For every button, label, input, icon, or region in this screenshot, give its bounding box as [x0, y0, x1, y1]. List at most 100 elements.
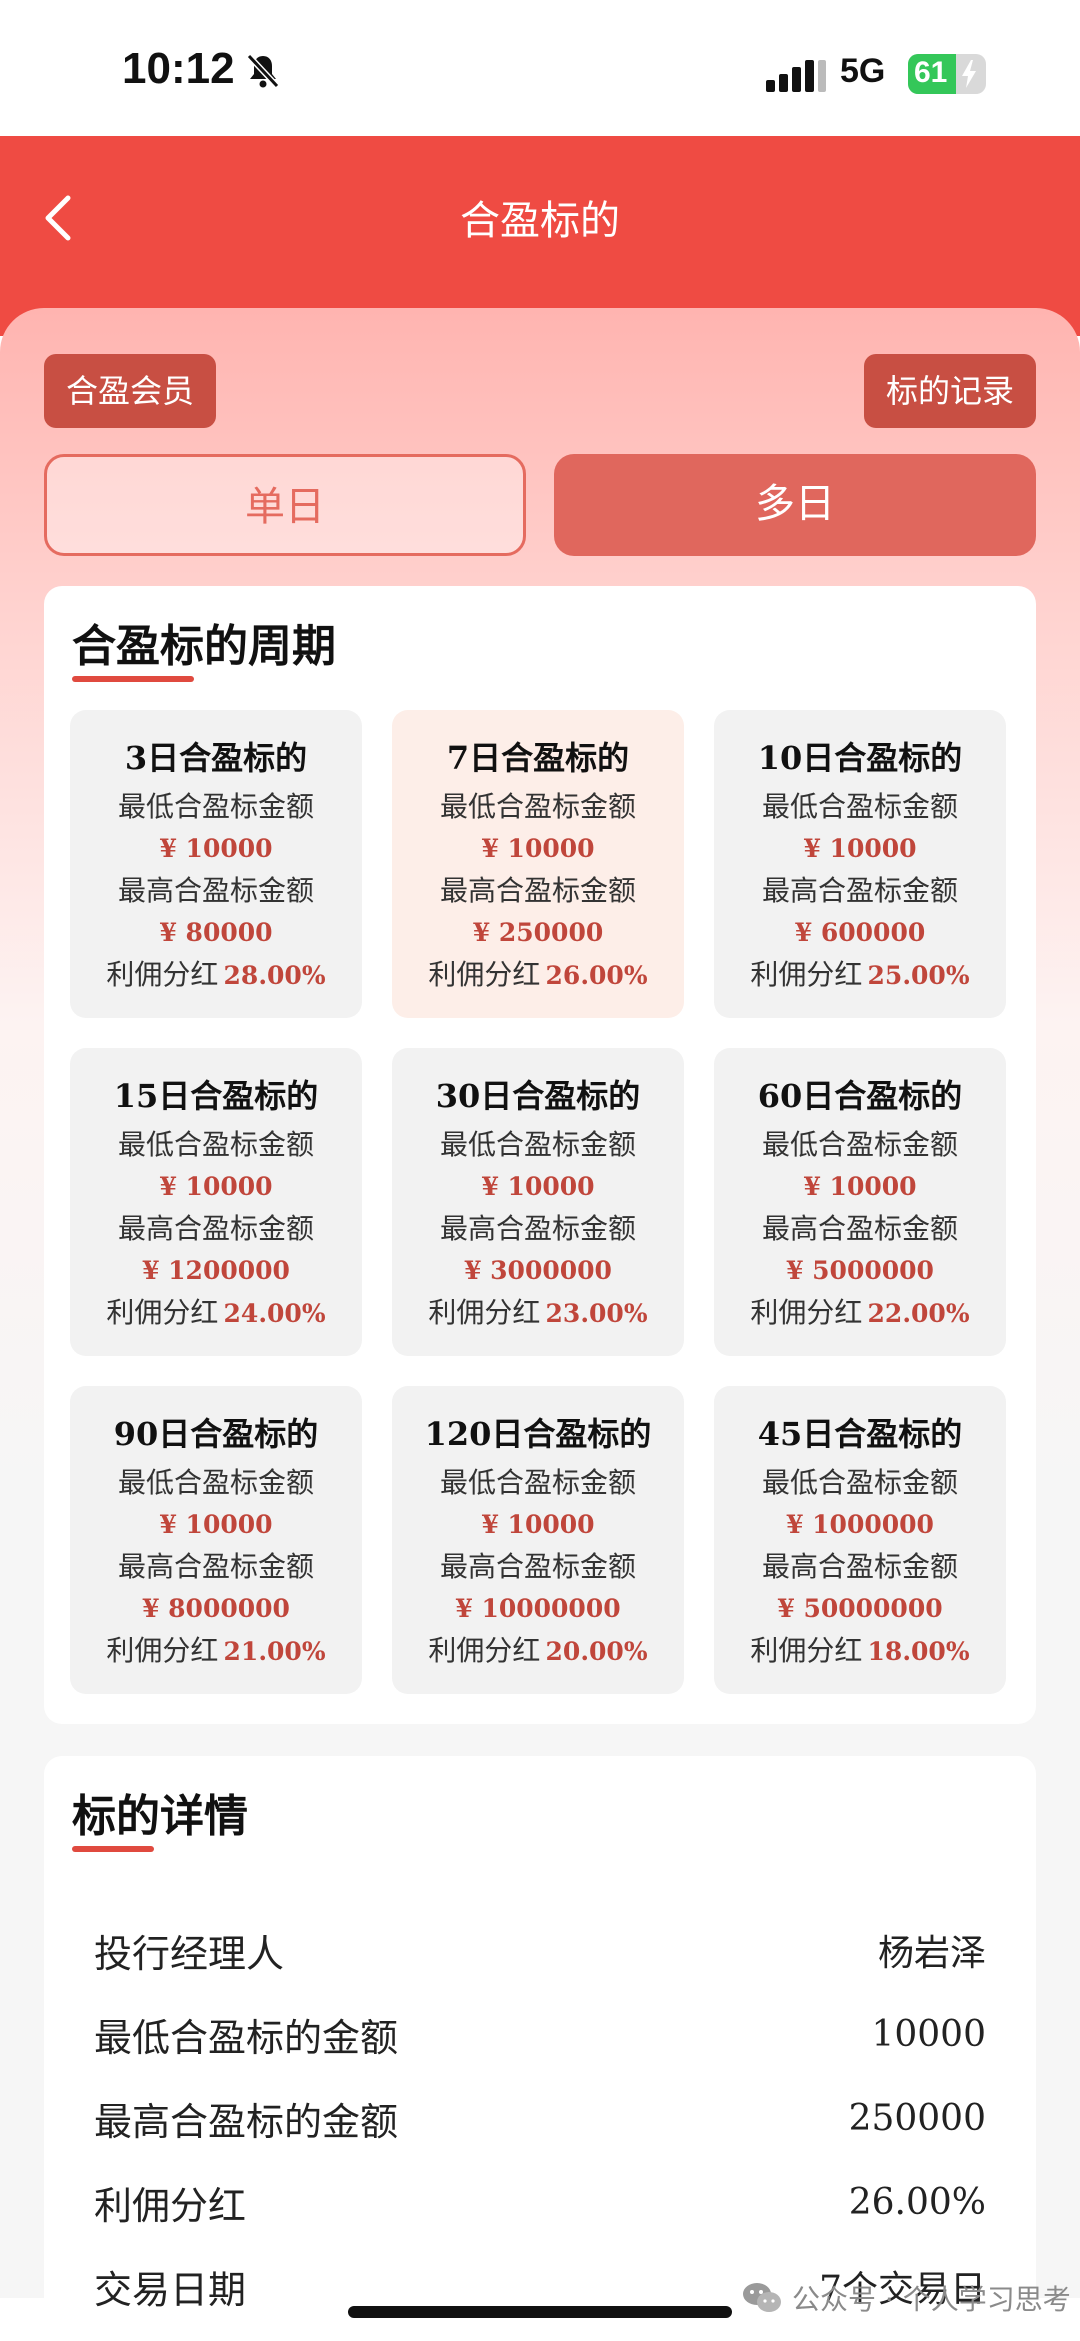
plan-rate-row: 利佣分红 21.00% — [70, 1630, 362, 1672]
plan-card[interactable]: 30日合盈标的 最低合盈标金额 ¥ 10000 最高合盈标金额 ¥ 3000000 利佣分… — [392, 1048, 684, 1356]
charging-bolt-icon — [962, 60, 976, 88]
plan-max-value: ¥ 50000000 — [777, 1594, 943, 1623]
plan-max-label: 最高合盈标金额 — [439, 1550, 636, 1583]
plan-rate-value: 23.00% — [545, 1299, 648, 1328]
wechat-icon — [743, 2283, 781, 2312]
signal-icon — [766, 60, 826, 92]
plan-min-label: 最低合盈标金额 — [117, 790, 314, 823]
detail-row: 投行经理人 杨岩泽 — [94, 1908, 986, 1992]
plan-rate-label: 利佣分红 — [428, 958, 541, 991]
plan-name: 10日合盈标的 — [757, 739, 963, 777]
plan-name: 30日合盈标的 — [435, 1077, 641, 1115]
detail-value: 10000 — [871, 2013, 986, 2055]
plan-max-value: ¥ 10000000 — [455, 1594, 621, 1623]
plan-rate-row: 利佣分红 28.00% — [70, 954, 362, 996]
battery-percent: 61 — [914, 56, 948, 89]
detail-card: 标的详情 投行经理人 杨岩泽最低合盈标的金额 10000 最高合盈标的金额 250000… — [44, 1756, 1036, 2316]
records-button[interactable]: 标的记录 — [863, 354, 1036, 428]
plan-min-label: 最低合盈标金额 — [117, 1466, 314, 1499]
section-title-detail: 标的详情 — [72, 1791, 248, 1842]
plan-max-label: 最高合盈标金额 — [761, 1212, 958, 1245]
section-underline — [72, 1846, 154, 1852]
plan-max-label: 最高合盈标金额 — [117, 1212, 314, 1245]
plan-rate-label: 利佣分红 — [750, 1296, 863, 1329]
plan-rate-row: 利佣分红 20.00% — [392, 1630, 684, 1672]
watermark-text: 公众号 · 个人学习思考 — [792, 2283, 1071, 2316]
detail-label: 投行经理人 — [94, 1931, 285, 1976]
app-header: 合盈标的 — [0, 136, 1080, 336]
plan-rate-value: 26.00% — [545, 961, 648, 990]
plan-max-label: 最高合盈标金额 — [439, 874, 636, 907]
detail-row: 利佣分红 26.00% — [94, 2160, 986, 2244]
plan-min-value: ¥ 10000 — [159, 834, 273, 863]
plan-card[interactable]: 10日合盈标的 最低合盈标金额 ¥ 10000 最高合盈标金额 ¥ 600000 利佣分红… — [714, 710, 1006, 1018]
plan-max-value: ¥ 1200000 — [142, 1256, 290, 1285]
plan-max-label: 最高合盈标金额 — [761, 1550, 958, 1583]
plan-card[interactable]: 3日合盈标的最低合盈标金额 ¥ 10000 最高合盈标金额 ¥ 80000 利佣分红 2… — [70, 710, 362, 1018]
plan-min-value: ¥ 10000 — [159, 1510, 273, 1539]
plan-card[interactable]: 60日合盈标的 最低合盈标金额 ¥ 10000 最高合盈标金额 ¥ 5000000 利佣分… — [714, 1048, 1006, 1356]
watermark: 公众号 · 个人学习思考 — [742, 2278, 1071, 2318]
plan-card[interactable]: 90日合盈标的 最低合盈标金额 ¥ 10000 最高合盈标金额 ¥ 8000000 利佣分… — [70, 1386, 362, 1694]
plan-card[interactable]: 45日合盈标的最低合盈标金额 ¥ 1000000 最高合盈标金额 ¥ 50000000… — [714, 1386, 1006, 1694]
plan-rate-label: 利佣分红 — [106, 958, 219, 991]
plan-rate-value: 21.00% — [223, 1637, 326, 1666]
detail-label: 利佣分红 — [94, 2183, 247, 2228]
detail-row: 最高合盈标的金额 250000 — [94, 2076, 986, 2160]
detail-label: 最高合盈标的金额 — [94, 2099, 399, 2144]
plan-rate-label: 利佣分红 — [750, 958, 863, 991]
plan-name: 3日合盈标的 — [124, 739, 308, 777]
plan-min-label: 最低合盈标金额 — [117, 1128, 314, 1161]
plan-rate-row: 利佣分红 22.00% — [714, 1292, 1006, 1334]
detail-value: 杨岩泽 — [877, 1933, 986, 1974]
plan-name: 45日合盈标的 — [757, 1415, 963, 1453]
plan-max-value: ¥ 8000000 — [142, 1594, 290, 1623]
detail-label: 最低合盈标的金额 — [94, 2015, 399, 2060]
plan-min-label: 最低合盈标金额 — [761, 790, 958, 823]
plan-name: 60日合盈标的 — [757, 1077, 963, 1115]
plan-rate-row: 利佣分红 26.00% — [392, 954, 684, 996]
detail-value: 26.00% — [848, 2181, 986, 2223]
member-button[interactable]: 合盈会员 — [44, 354, 217, 428]
status-bar: 10:12 5G 61 — [0, 0, 1080, 136]
home-indicator[interactable] — [348, 2306, 732, 2318]
plan-rate-label: 利佣分红 — [428, 1634, 541, 1667]
section-title-period: 合盈标的周期 — [72, 621, 336, 672]
plan-name: 7日合盈标的 — [446, 739, 630, 777]
plan-min-value: ¥ 1000000 — [786, 1510, 934, 1539]
plan-max-value: ¥ 250000 — [472, 918, 604, 947]
plan-max-label: 最高合盈标金额 — [117, 874, 314, 907]
plan-max-value: ¥ 80000 — [159, 918, 273, 947]
plan-rate-row: 利佣分红 24.00% — [70, 1292, 362, 1334]
detail-value: 250000 — [848, 2097, 986, 2139]
plan-card[interactable]: 120日合盈标的 最低合盈标金额 ¥ 10000 最高合盈标金额 ¥ 10000000 利… — [392, 1386, 684, 1694]
plan-min-label: 最低合盈标金额 — [439, 790, 636, 823]
plan-rate-label: 利佣分红 — [106, 1296, 219, 1329]
plan-min-value: ¥ 10000 — [803, 1172, 917, 1201]
plan-rate-value: 18.00% — [867, 1637, 970, 1666]
plan-rate-row: 利佣分红 18.00% — [714, 1630, 1006, 1672]
plan-rate-row: 利佣分红 25.00% — [714, 954, 1006, 996]
status-time: 10:12 — [122, 44, 235, 93]
plan-min-label: 最低合盈标金额 — [439, 1128, 636, 1161]
tab-single-day[interactable]: 单日 — [44, 454, 526, 556]
plan-min-value: ¥ 10000 — [481, 834, 595, 863]
battery-indicator: 61 — [908, 54, 986, 94]
plan-grid: 3日合盈标的最低合盈标金额 ¥ 10000 最高合盈标金额 ¥ 80000 利佣分红 2… — [70, 710, 1010, 1694]
plan-rate-value: 25.00% — [867, 961, 970, 990]
bell-muted-icon — [246, 53, 280, 89]
plan-rate-value: 24.00% — [223, 1299, 326, 1328]
plan-card[interactable]: 7日合盈标的最低合盈标金额 ¥ 10000 最高合盈标金额 ¥ 250000 利佣分红 … — [392, 710, 684, 1018]
plan-card[interactable]: 15日合盈标的 最低合盈标金额 ¥ 10000 最高合盈标金额 ¥ 1200000 利佣分… — [70, 1048, 362, 1356]
plan-min-label: 最低合盈标金额 — [761, 1128, 958, 1161]
detail-label: 交易日期 — [94, 2267, 247, 2312]
network-type: 5G — [840, 52, 886, 90]
tab-multi-day[interactable]: 多日 — [554, 454, 1036, 556]
plan-min-value: ¥ 10000 — [159, 1172, 273, 1201]
page-title: 合盈标的 — [460, 198, 620, 244]
plan-min-value: ¥ 10000 — [803, 834, 917, 863]
plan-max-value: ¥ 3000000 — [464, 1256, 612, 1285]
plan-rate-label: 利佣分红 — [106, 1634, 219, 1667]
plan-max-label: 最高合盈标金额 — [761, 874, 958, 907]
plan-min-label: 最低合盈标金额 — [761, 1466, 958, 1499]
